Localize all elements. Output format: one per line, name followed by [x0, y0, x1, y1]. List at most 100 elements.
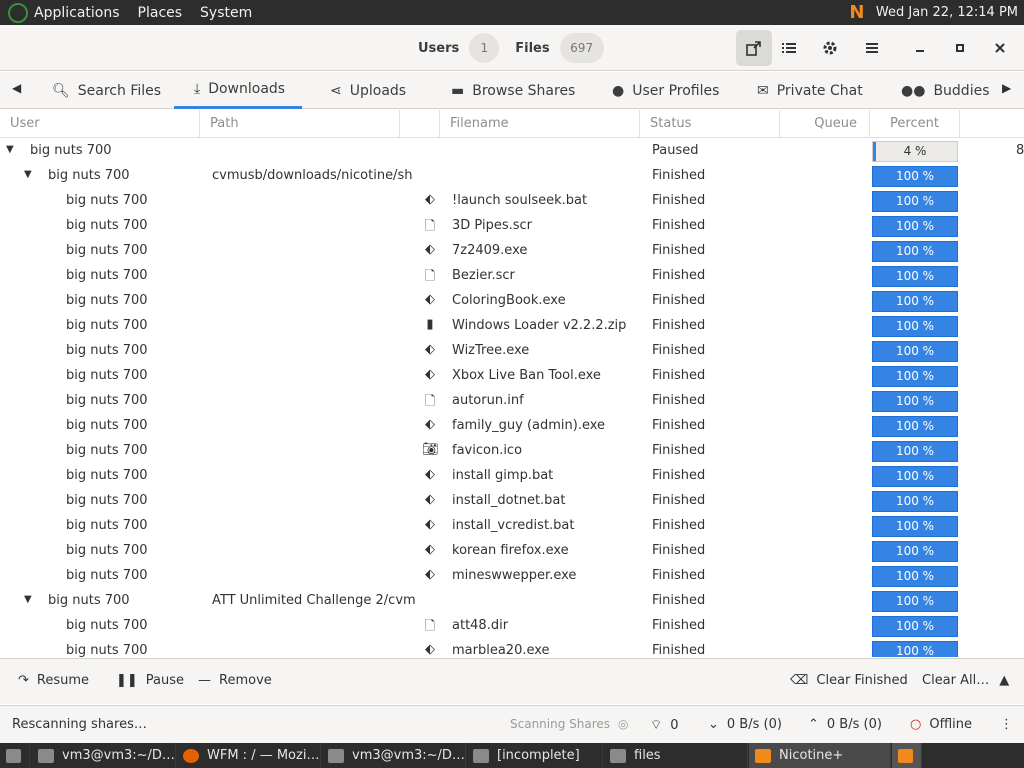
terminal-icon — [328, 748, 344, 763]
column-queue[interactable]: Queue — [780, 110, 870, 138]
table-row[interactable]: ▼ big nuts 700 cvmusb/downloads/nicotine/s… — [0, 164, 1024, 189]
table-row[interactable]: big nuts 700 ⬖ install_dotnet.bat Finished 1… — [0, 489, 1024, 514]
connections-indicator[interactable]: ⌔ 0 — [650, 717, 679, 734]
menu-places[interactable]: Places — [138, 5, 183, 21]
menu-applications[interactable]: Applications — [34, 5, 120, 21]
clock[interactable]: Wed Jan 22, 12:14 PM — [876, 5, 1018, 20]
tab-scroll-right-icon[interactable]: ▶ — [1002, 81, 1011, 95]
table-row[interactable]: big nuts 700 ⬖ !launch soulseek.bat Finishe… — [0, 189, 1024, 214]
download-speed-indicator[interactable]: ⌄ 0 B/s (0) — [708, 717, 782, 732]
minimize-icon — [916, 50, 924, 52]
table-row[interactable]: big nuts 700 🗋︎ 3D Pipes.scr Finished 100 % — [0, 214, 1024, 239]
column-percent[interactable]: Percent — [870, 110, 960, 138]
close-button[interactable] — [982, 30, 1018, 66]
cell-filename: 7z2409.exe — [452, 243, 528, 258]
envelope-icon: ✉ — [757, 82, 769, 99]
tab-uploads[interactable]: ⋖ Uploads — [330, 72, 406, 109]
table-row[interactable]: big nuts 700 ⬖ Xbox Live Ban Tool.exe Finis… — [0, 364, 1024, 389]
clear-finished-button[interactable]: ⌫ Clear Finished — [790, 673, 908, 688]
expander-icon[interactable]: ▼ — [24, 169, 32, 180]
tab-browse-shares[interactable]: ▬ Browse Shares — [451, 72, 575, 109]
wifi-icon: ⌔ — [650, 718, 663, 733]
taskbar-item-active[interactable]: Nicotine+ — [749, 743, 891, 768]
more-options-button[interactable]: ⋮ — [1000, 717, 1013, 732]
pause-button[interactable]: ❚❚ Pause — [116, 673, 184, 688]
system-logo-icon[interactable] — [8, 2, 28, 23]
table-row[interactable]: ▼ big nuts 700 ATT Unlimited Challenge 2/c… — [0, 589, 1024, 614]
tab-scroll-left-icon[interactable]: ◀ — [12, 81, 21, 95]
cell-overflow: 8 — [1016, 143, 1024, 158]
menu-system[interactable]: System — [200, 5, 252, 21]
preferences-button[interactable] — [812, 30, 848, 66]
executable-icon: ⬖ — [425, 417, 435, 432]
column-path[interactable]: Path — [200, 110, 400, 138]
main-menu-button[interactable] — [854, 30, 890, 66]
cell-filename: WizTree.exe — [452, 343, 530, 358]
tab-buddies[interactable]: ●● Buddies — [901, 72, 990, 109]
resume-button[interactable]: ↷ Resume — [18, 673, 89, 688]
table-row[interactable]: big nuts 700 🗋︎ autorun.inf Finished 100 % — [0, 389, 1024, 414]
table-row[interactable]: big nuts 700 📷︎ favicon.ico Finished 100 % — [0, 439, 1024, 464]
remove-button[interactable]: — Remove — [198, 673, 272, 688]
minimize-button[interactable] — [902, 30, 938, 66]
document-icon: 🗋︎ — [424, 219, 436, 234]
connections-count: 0 — [670, 717, 679, 733]
table-row[interactable]: big nuts 700 ⬖ install gimp.bat Finished 100… — [0, 464, 1024, 489]
connection-status-button[interactable]: ○ Offline — [910, 717, 972, 732]
maximize-button[interactable] — [942, 30, 978, 66]
cell-user: big nuts 700 — [66, 568, 148, 583]
cell-user: big nuts 700 — [66, 493, 148, 508]
cell-filename: autorun.inf — [452, 393, 524, 408]
table-row[interactable]: big nuts 700 ▮ Windows Loader v2.2.2.zip Fi… — [0, 314, 1024, 339]
tab-search-files[interactable]: 🔍︎ Search Files — [52, 72, 161, 109]
document-icon: 🗋︎ — [424, 394, 436, 409]
progress-bar: 100 % — [872, 441, 958, 462]
table-row[interactable]: big nuts 700 ⬖ install_vcredist.bat Finishe… — [0, 514, 1024, 539]
toggle-layout-button[interactable] — [736, 30, 772, 66]
tab-private-chat[interactable]: ✉ Private Chat — [757, 72, 863, 109]
column-filetype[interactable] — [400, 110, 440, 138]
files-count-badge: 697 — [559, 33, 604, 63]
table-row[interactable]: big nuts 700 ⬖ 7z2409.exe Finished 100 % — [0, 239, 1024, 264]
expander-icon[interactable]: ▼ — [24, 594, 32, 605]
cell-user: big nuts 700 — [66, 343, 148, 358]
taskbar-item-label: vm3@vm3:~/D… — [62, 748, 175, 763]
table-row[interactable]: big nuts 700 ⬖ ColoringBook.exe Finished 100… — [0, 289, 1024, 314]
taskbar-item[interactable]: vm3@vm3:~/D… — [32, 743, 176, 768]
cell-filename: ColoringBook.exe — [452, 293, 566, 308]
table-row[interactable]: big nuts 700 ⬖ family_guy (admin).exe Finis… — [0, 414, 1024, 439]
column-user[interactable]: User — [0, 110, 200, 138]
table-row[interactable]: big nuts 700 ⬖ korean firefox.exe Finished 1… — [0, 539, 1024, 564]
table-row[interactable]: big nuts 700 🗋︎ Bezier.scr Finished 100 % — [0, 264, 1024, 289]
column-filename[interactable]: Filename — [440, 110, 640, 138]
scanning-label: Scanning Shares — [510, 717, 611, 731]
table-row[interactable]: big nuts 700 ⬖ WizTree.exe Finished 100 % — [0, 339, 1024, 364]
hamburger-icon — [866, 43, 878, 53]
table-row[interactable]: big nuts 700 🗋︎ att48.dir Finished 100 % — [0, 614, 1024, 639]
progress-bar: 100 % — [872, 291, 958, 312]
header-bar: Users 1 Files 697 — [0, 25, 1024, 71]
table-row[interactable]: big nuts 700 ⬖ marblea20.exe Finished 100 % — [0, 639, 1024, 657]
taskbar-item[interactable]: WFM : / — Mozi… — [177, 743, 321, 768]
cell-filename: 3D Pipes.scr — [452, 218, 532, 233]
table-row[interactable]: ▼ big nuts 700 Paused 4 % 8 — [0, 139, 1024, 164]
taskbar-item[interactable]: vm3@vm3:~/D… — [322, 743, 466, 768]
cell-user: big nuts 700 — [66, 393, 148, 408]
cell-user: big nuts 700 — [66, 243, 148, 258]
table-row[interactable]: big nuts 700 ⬖ mineswwepper.exe Finished 100… — [0, 564, 1024, 589]
clear-all-button[interactable]: Clear All… ▲ — [922, 673, 1009, 688]
tab-user-profiles[interactable]: ● User Profiles — [612, 72, 719, 109]
column-status[interactable]: Status — [640, 110, 780, 138]
transfer-list[interactable]: ▼ big nuts 700 Paused 4 % 8 ▼ big nuts 700 cvmu… — [0, 139, 1024, 657]
taskbar-item[interactable]: [incomplete] — [467, 743, 603, 768]
progress-bar: 100 % — [872, 391, 958, 412]
taskbar-item[interactable]: files — [604, 743, 748, 768]
tab-downloads[interactable]: ⤓ Downloads — [174, 72, 302, 109]
firefox-icon — [183, 748, 199, 763]
show-desktop-button[interactable] — [0, 743, 30, 768]
list-view-button[interactable] — [771, 30, 807, 66]
upload-speed-indicator[interactable]: ⌃ 0 B/s (0) — [808, 717, 882, 732]
nicotine-tray-icon[interactable]: N — [844, 2, 870, 24]
expander-icon[interactable]: ▼ — [6, 144, 14, 155]
workspace-switcher[interactable] — [892, 743, 922, 768]
